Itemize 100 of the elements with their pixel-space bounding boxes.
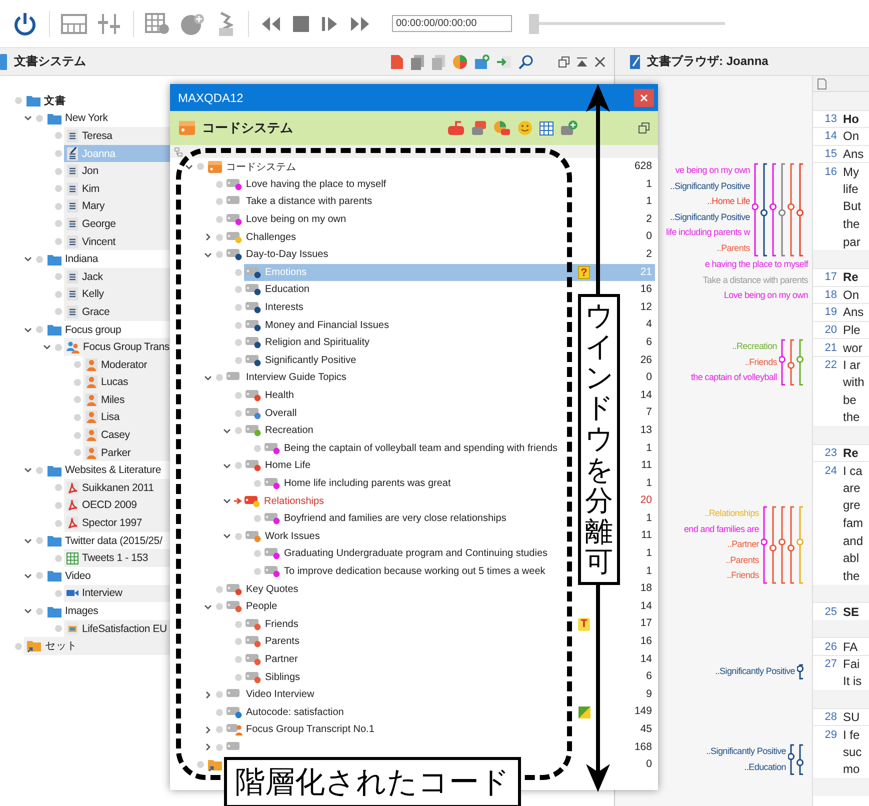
activation-dot[interactable] (216, 744, 223, 751)
code-item[interactable]: Being the captain of volleyball team and spending with friends (263, 440, 578, 458)
activation-dot[interactable] (254, 515, 261, 522)
folder-icon[interactable] (47, 112, 62, 125)
code-stripe[interactable] (760, 163, 768, 256)
folder-icon[interactable] (47, 252, 62, 266)
document-item[interactable]: Kim (64, 180, 170, 198)
import-icon[interactable] (496, 54, 512, 70)
code-item[interactable]: Interests (244, 298, 578, 316)
code-item[interactable]: Video Interview (225, 686, 578, 704)
code-item[interactable]: コードシステム (206, 158, 578, 176)
activation-dot[interactable] (55, 238, 62, 246)
code-stripe[interactable] (761, 506, 768, 584)
folder-icon[interactable] (47, 464, 62, 477)
code-item[interactable]: Focus Group Transcript No.1 (225, 721, 578, 739)
minimize-triangle-icon[interactable] (576, 56, 588, 68)
activation-dot[interactable] (74, 432, 81, 439)
activation-dot[interactable] (36, 572, 43, 580)
document-item[interactable]: Spector 1997 (64, 514, 170, 532)
activation-dot[interactable] (216, 726, 223, 734)
activation-dot[interactable] (235, 638, 242, 646)
code-stripe[interactable] (796, 163, 804, 256)
activation-dot[interactable] (216, 586, 223, 593)
code-item[interactable]: Work Issues (244, 527, 578, 546)
activation-dot[interactable] (216, 198, 223, 206)
activation-dot[interactable] (216, 691, 223, 698)
coded-segment-label[interactable]: ..Significantly Positive (670, 210, 750, 226)
document-icon[interactable] (390, 54, 404, 70)
document-item[interactable]: Miles (83, 391, 170, 409)
activation-dot[interactable] (254, 480, 261, 487)
folder-icon[interactable] (47, 604, 62, 618)
document-item[interactable]: Suikkanen 2011 (64, 479, 170, 497)
coded-segment-label[interactable]: ..Significantly Positive (715, 664, 795, 680)
code-item[interactable]: Health (244, 386, 578, 404)
document-item[interactable]: Casey (83, 426, 170, 444)
document-item[interactable]: Twitter data (2015/25/ (45, 532, 170, 550)
document-item[interactable]: Lisa (83, 408, 170, 426)
edited-document-icon[interactable] (66, 146, 79, 161)
activation-dot[interactable] (55, 202, 62, 210)
document-item[interactable]: Kelly (64, 286, 170, 304)
activation-dot[interactable] (55, 344, 62, 351)
copy-documents-icon[interactable] (410, 54, 425, 70)
activation-dot[interactable] (36, 326, 43, 334)
code-item[interactable]: Home life including parents was great (263, 474, 578, 492)
activation-dot[interactable] (55, 220, 62, 228)
document-item[interactable]: OECD 2009 (64, 496, 170, 514)
code-item[interactable]: Key Quotes (225, 580, 578, 598)
activation-dot[interactable] (235, 532, 242, 540)
document-item[interactable]: Websites & Literature (45, 461, 170, 480)
code-stripe[interactable] (797, 664, 804, 680)
document-item[interactable]: Lucas (83, 374, 170, 392)
activation-dot[interactable] (235, 427, 242, 434)
person-icon[interactable] (85, 358, 98, 372)
coded-segment-label[interactable]: ..Significantly Positive (706, 744, 786, 760)
document-item[interactable]: Focus Group Trans (64, 338, 170, 356)
code-stack-icon[interactable] (471, 120, 487, 136)
activation-dot[interactable] (36, 608, 43, 615)
code-item[interactable]: Love being on my own (225, 210, 578, 228)
activation-dot[interactable] (216, 234, 223, 241)
code-stripe[interactable] (796, 744, 804, 775)
activated-arrow-icon[interactable] (234, 497, 243, 506)
folder-icon[interactable] (26, 94, 41, 108)
activation-dot[interactable] (216, 374, 223, 382)
code-item[interactable]: Religion and Spirituality (244, 334, 578, 352)
document-icon[interactable] (66, 182, 79, 196)
activation-dot[interactable] (235, 268, 242, 276)
pdf-icon[interactable] (66, 498, 79, 512)
activation-dot[interactable] (235, 356, 242, 364)
code-item[interactable]: Relationships (243, 492, 578, 510)
activation-dot[interactable] (216, 708, 223, 716)
document-item[interactable]: Indiana (45, 250, 170, 268)
activation-dot[interactable] (197, 163, 204, 170)
code-item[interactable]: Recreation (244, 422, 578, 440)
sliders-icon[interactable] (96, 12, 122, 36)
table-icon[interactable] (66, 552, 79, 565)
document-item[interactable]: Interview (64, 584, 170, 602)
code-item[interactable]: Challenges (225, 228, 578, 246)
code-system-icon[interactable] (207, 160, 223, 174)
activation-dot[interactable] (15, 642, 22, 650)
code-stripe[interactable] (779, 339, 786, 386)
time-field[interactable]: 00:00:00/00:00:00 (392, 15, 512, 32)
activation-dot[interactable] (55, 132, 62, 140)
document-item[interactable]: George (64, 215, 170, 233)
code-stripe[interactable] (788, 744, 795, 775)
document-icon[interactable] (66, 304, 79, 319)
activation-dot[interactable] (74, 449, 81, 456)
activation-dot[interactable] (235, 392, 242, 400)
code-icon[interactable] (447, 120, 465, 136)
code-item[interactable]: Day-to-Day Issues (225, 246, 578, 264)
document-item[interactable]: Images (45, 602, 170, 620)
document-item[interactable]: Vincent (64, 232, 170, 250)
activation-dot[interactable] (36, 256, 43, 263)
activation-dot[interactable] (36, 114, 43, 122)
document-item[interactable]: セット (24, 637, 170, 655)
activation-dot[interactable] (55, 484, 62, 492)
document-item[interactable]: Jon (64, 162, 170, 180)
person-icon[interactable] (85, 410, 98, 424)
activation-dot[interactable] (74, 361, 81, 368)
activation-dot[interactable] (235, 304, 242, 312)
code-item[interactable]: Partner (244, 650, 578, 668)
